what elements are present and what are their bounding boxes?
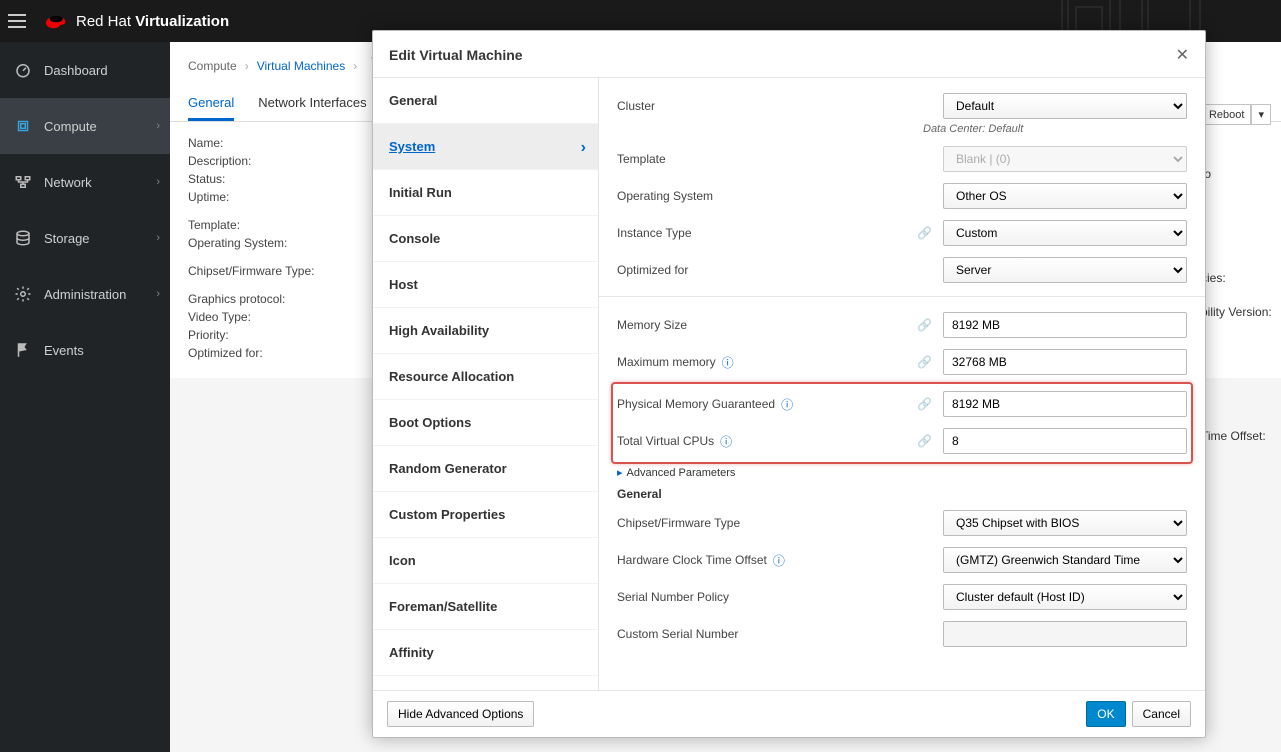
tab-general[interactable]: General — [188, 85, 234, 121]
flag-icon — [14, 341, 32, 359]
detail-row: Status: — [188, 172, 1263, 186]
detail-row: Video Type: — [188, 310, 1263, 324]
nav-events[interactable]: Events — [0, 322, 170, 378]
topbar-decoration — [921, 0, 1241, 42]
topbar: Red Hat Virtualization — [0, 0, 1281, 42]
detail-row: Name: — [188, 136, 1263, 150]
nav-label: Compute — [44, 119, 97, 134]
left-nav: DashboardCompute›Network›Storage›Adminis… — [0, 42, 170, 752]
detail-row: Template: — [188, 218, 1263, 232]
detail-body: Name: Description: Status: Uptime: Template:… — [170, 122, 1281, 378]
nav-label: Dashboard — [44, 63, 108, 78]
detail-row: Priority: — [188, 328, 1263, 342]
right-column-peek: fo cies: bility Version: Time Offset: — [1201, 167, 1281, 463]
breadcrumb: Compute › Virtual Machines › T — [170, 42, 1281, 85]
peek-label: Time Offset: — [1201, 429, 1281, 443]
nav-compute[interactable]: Compute › — [0, 98, 170, 154]
gauge-icon — [14, 61, 32, 79]
detail-row: Uptime: — [188, 190, 1263, 204]
nav-label: Events — [44, 343, 84, 358]
detail-row: Optimized for: — [188, 346, 1263, 360]
toolbar-peek: ↻ Reboot ▾ — [1190, 104, 1271, 125]
brand-text: Red Hat Virtualization — [76, 13, 229, 30]
peek-label: fo — [1201, 167, 1281, 181]
db-icon — [14, 229, 32, 247]
chevron-right-icon: › — [156, 288, 160, 300]
breadcrumb-compute[interactable]: Compute — [188, 59, 237, 73]
nav-label: Administration — [44, 287, 126, 302]
brand: Red Hat Virtualization — [42, 11, 229, 31]
detail-tabs: General Network Interfaces — [170, 85, 1281, 122]
nav-network[interactable]: Network › — [0, 154, 170, 210]
detail-row: Graphics protocol: — [188, 292, 1263, 306]
hamburger-menu[interactable] — [8, 9, 32, 33]
detail-row: Operating System: — [188, 236, 1263, 250]
tab-network-interfaces[interactable]: Network Interfaces — [258, 85, 366, 121]
redhat-logo-icon — [42, 11, 68, 31]
peek-label: bility Version: — [1201, 305, 1281, 319]
reboot-button[interactable]: ↻ Reboot — [1190, 104, 1252, 125]
nav-label: Network — [44, 175, 92, 190]
chevron-right-icon: › — [156, 232, 160, 244]
peek-label: cies: — [1201, 271, 1281, 285]
gear-icon — [14, 285, 32, 303]
nav-administration[interactable]: Administration › — [0, 266, 170, 322]
chevron-right-icon: › — [156, 120, 160, 132]
detail-row: Description: — [188, 154, 1263, 168]
breadcrumb-vms[interactable]: Virtual Machines — [257, 59, 346, 73]
nav-storage[interactable]: Storage › — [0, 210, 170, 266]
nav-label: Storage — [44, 231, 90, 246]
vm-name: T — [371, 54, 383, 77]
chevron-right-icon: › — [245, 59, 249, 73]
detail-row: Chipset/Firmware Type: — [188, 264, 1263, 278]
nav-dashboard[interactable]: Dashboard — [0, 42, 170, 98]
reboot-menu-button[interactable]: ▾ — [1251, 104, 1271, 125]
cpu-icon — [14, 117, 32, 135]
net-icon — [14, 173, 32, 191]
chevron-right-icon: › — [353, 59, 357, 73]
chevron-right-icon: › — [156, 176, 160, 188]
main-pane: ↻ Reboot ▾ Compute › Virtual Machines › … — [170, 42, 1281, 752]
